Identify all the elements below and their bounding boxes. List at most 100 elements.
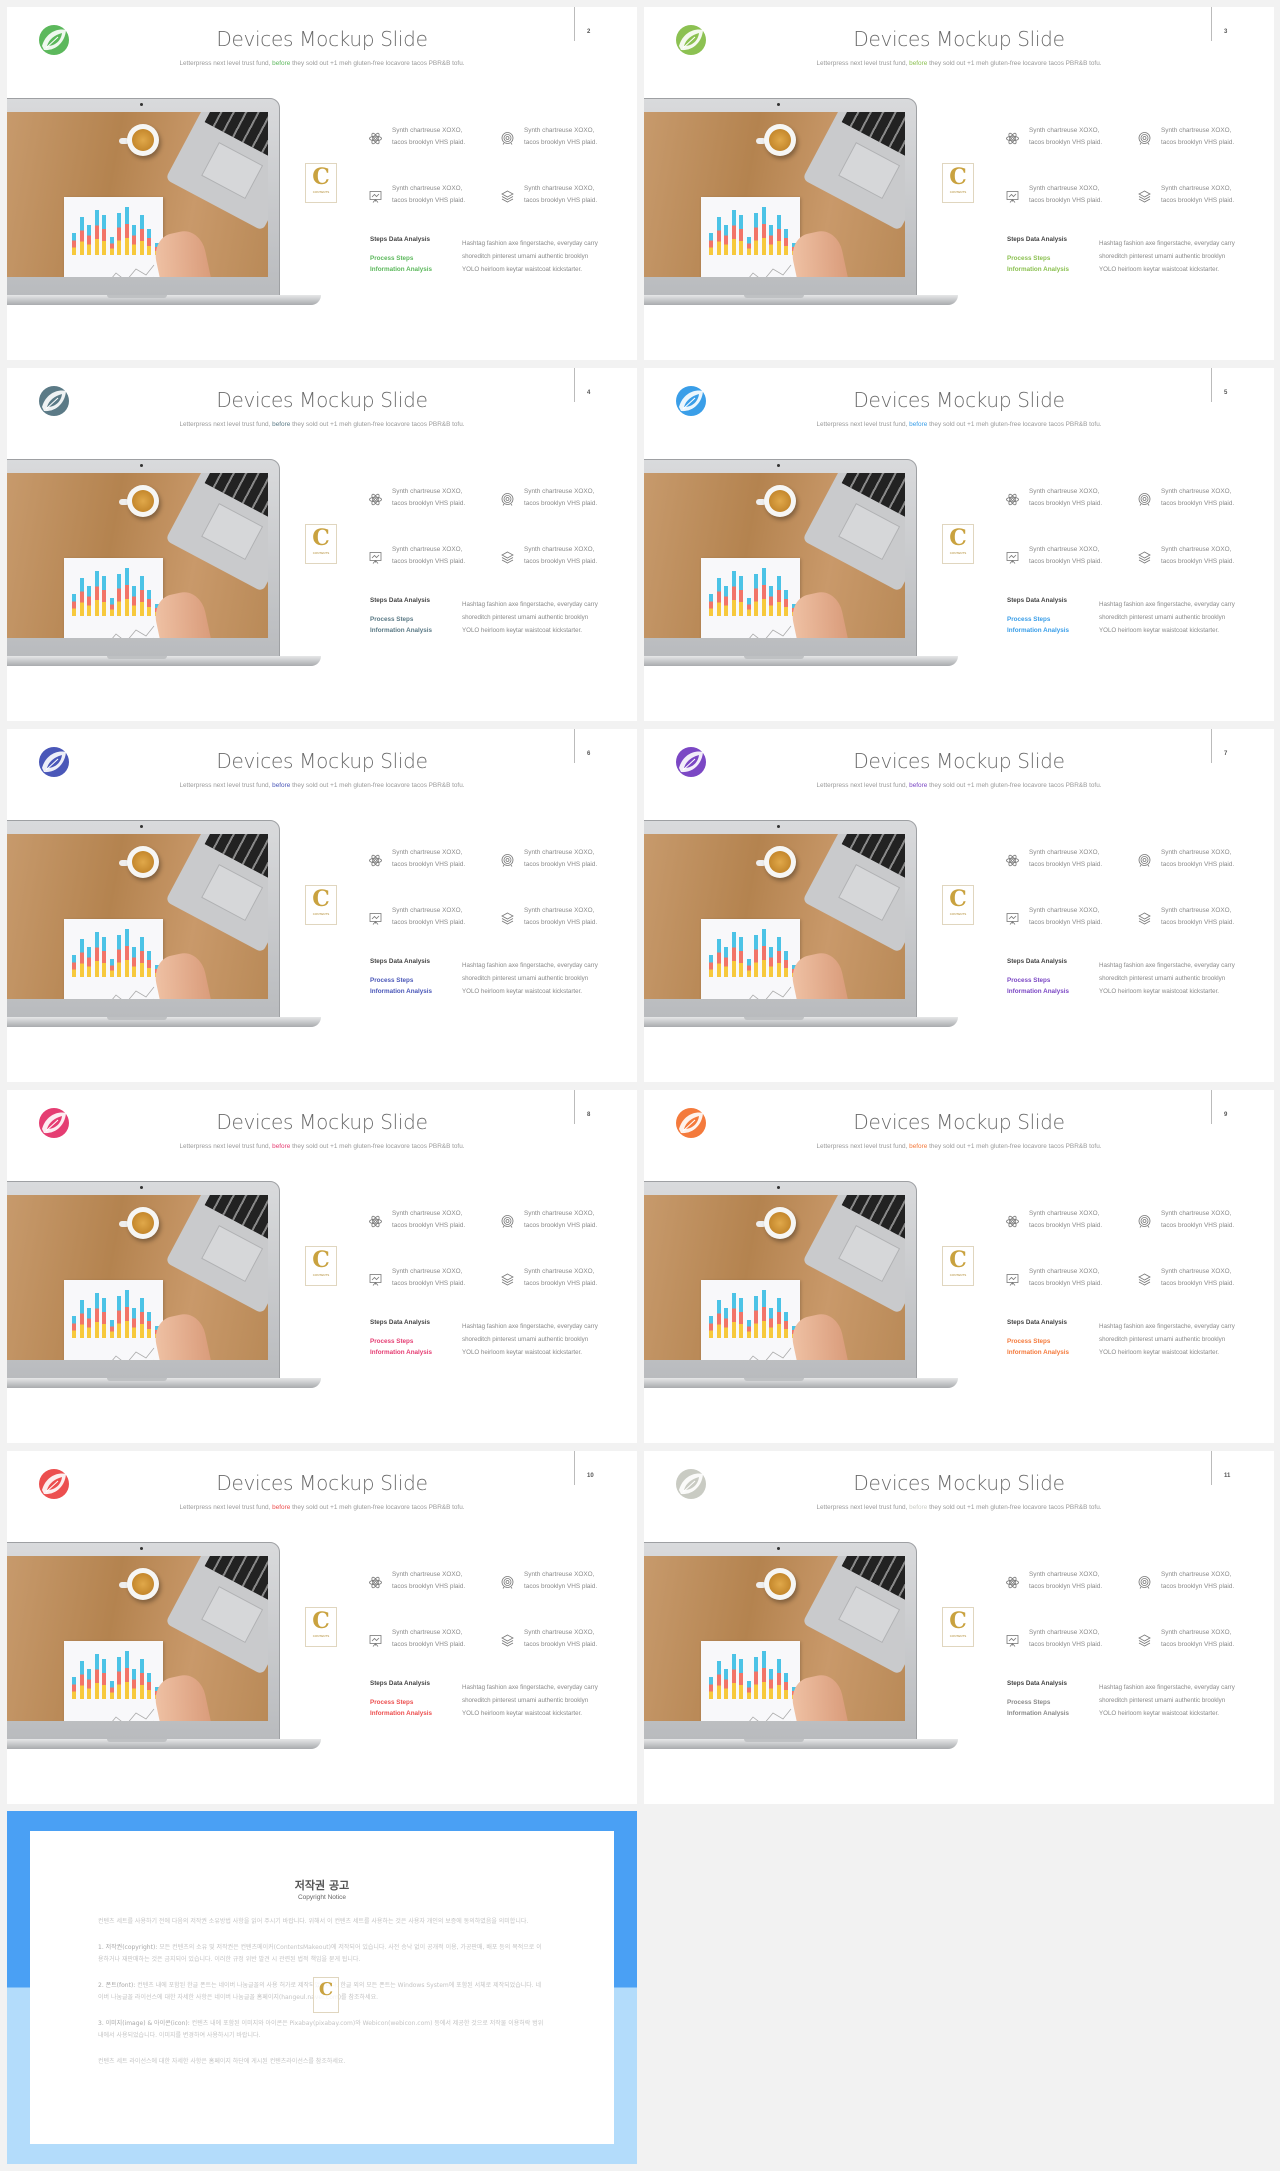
slide[interactable]: Devices Mockup Slide Letterpress next le… [7,7,637,360]
target-icon [1138,1576,1151,1589]
target-icon [1138,854,1151,867]
chart-bar-decoration [709,1677,713,1699]
paper-chart-image [701,558,800,638]
paragraph-line: Hashtag fashion axe fingerstache, everyd… [462,601,598,608]
slide-title: Devices Mockup Slide [853,749,1065,773]
chart-bar-decoration [132,947,136,977]
feature-line: Synth chartreuse XOXO, [1029,185,1100,192]
chart-bar-decoration [124,207,129,255]
information-analysis-label: Information Analysis [1007,1710,1070,1717]
badge-letter: C [318,1979,334,2000]
page-number: 6 [587,751,591,757]
feature-line: tacos brooklyn VHS plaid. [1161,919,1235,926]
information-analysis-label: Information Analysis [370,1710,433,1717]
chart-bar-decoration [754,935,758,977]
line-chart-decoration [749,986,792,999]
feature-line: tacos brooklyn VHS plaid. [524,1222,598,1229]
slide[interactable]: Devices Mockup Slide Letterpress next le… [7,1090,637,1443]
atom-icon [369,132,382,145]
description-paragraph: Hashtag fashion axe fingerstache, everyd… [1099,1320,1259,1359]
chart-bar-decoration [709,594,713,616]
feature-text: Synth chartreuse XOXO, tacos brooklyn VHS… [392,847,502,871]
feature-text: Synth chartreuse XOXO, tacos brooklyn VHS… [1029,544,1139,568]
chart-bar-decoration [124,1290,129,1338]
feature-line: Synth chartreuse XOXO, [524,849,595,856]
process-steps-label: Process Steps [1007,1699,1051,1706]
slide[interactable]: Devices Mockup Slide Letterpress next le… [644,1451,1274,1804]
feature-text: Synth chartreuse XOXO, tacos brooklyn VHS… [524,905,634,929]
feature-text: Synth chartreuse XOXO, tacos brooklyn VHS… [1029,1208,1139,1232]
atom-icon [369,493,382,506]
paper-chart-image [701,1641,800,1721]
feature-line: Synth chartreuse XOXO, [392,127,463,134]
chart-bar-decoration [754,1657,758,1699]
subtitle-text: Letterpress next level trust fund, [179,1504,273,1511]
slide[interactable]: Devices Mockup Slide Letterpress next le… [644,368,1274,721]
feature-line: Synth chartreuse XOXO, [392,1629,463,1636]
paragraph-line: Hashtag fashion axe fingerstache, everyd… [1099,1684,1235,1691]
slide-title: Devices Mockup Slide [216,1110,428,1134]
chart-bar-decoration [724,1308,728,1338]
chart-bar-decoration [87,1669,91,1699]
slide[interactable]: Devices Mockup Slide Letterpress next le… [7,368,637,721]
feature-text: Synth chartreuse XOXO, tacos brooklyn VHS… [524,183,634,207]
page-number: 8 [587,1112,591,1118]
target-icon [501,854,514,867]
slide[interactable]: Devices Mockup Slide Letterpress next le… [644,7,1274,360]
slide[interactable]: Devices Mockup Slide Letterpress next le… [644,729,1274,1082]
badge-letter: C [312,1247,330,1273]
slide-title: Devices Mockup Slide [853,388,1065,412]
paragraph-line: shoreditch pinterest umami authentic bro… [462,1336,589,1343]
slide[interactable]: Devices Mockup Slide Letterpress next le… [644,1090,1274,1443]
laptop-screen-photo [7,473,268,638]
chart-bar-decoration [761,1290,766,1338]
description-paragraph: Hashtag fashion axe fingerstache, everyd… [1099,959,1259,998]
feature-text: Synth chartreuse XOXO, tacos brooklyn VHS… [1161,1266,1271,1290]
atom-icon [1006,1576,1019,1589]
feature-line: tacos brooklyn VHS plaid. [392,139,466,146]
chart-bar-decoration [102,215,106,255]
feature-line: Synth chartreuse XOXO, [1029,849,1100,856]
feature-text: Synth chartreuse XOXO, tacos brooklyn VHS… [1161,1208,1271,1232]
feature-line: tacos brooklyn VHS plaid. [1029,1222,1103,1229]
chart-bar-decoration [724,225,728,255]
paper-chart-image [64,1280,163,1360]
desk-laptop-image [165,834,268,953]
paragraph-line: shoreditch pinterest umami authentic bro… [462,975,589,982]
chart-bar-decoration [784,1673,788,1699]
process-steps-label: Process Steps [370,1699,414,1706]
feature-line: tacos brooklyn VHS plaid. [524,500,598,507]
presentation-board-icon [369,1635,382,1647]
chart-bar-decoration [731,1293,736,1338]
chart-bar-decoration [102,937,106,977]
information-analysis-label: Information Analysis [1007,1349,1070,1356]
line-chart-decoration [749,264,792,277]
chart-bar-decoration [72,1677,76,1699]
line-chart-decoration [112,1347,155,1360]
feature-line: tacos brooklyn VHS plaid. [1161,1583,1235,1590]
subtitle-highlight: before [909,421,928,428]
feature-line: Synth chartreuse XOXO, [1161,127,1232,134]
presentation-board-icon [1006,1635,1019,1647]
chart-bar-decoration [761,568,766,616]
feature-text: Synth chartreuse XOXO, tacos brooklyn VHS… [1161,125,1271,149]
laptop-camera [140,825,143,828]
feature-text: Synth chartreuse XOXO, tacos brooklyn VHS… [1161,486,1271,510]
presentation-board-icon [369,191,382,203]
chart-bar-decoration [784,590,788,616]
feature-line: Synth chartreuse XOXO, [1161,185,1232,192]
presentation-board-icon [369,1274,382,1286]
slide[interactable]: Devices Mockup Slide Letterpress next le… [7,1451,637,1804]
process-steps-label: Process Steps [1007,977,1051,984]
feature-line: tacos brooklyn VHS plaid. [1029,1583,1103,1590]
desk-laptop-image [802,834,905,953]
feature-line: tacos brooklyn VHS plaid. [1029,558,1103,565]
paragraph-line: Hashtag fashion axe fingerstache, everyd… [1099,962,1235,969]
page-divider [574,1090,575,1124]
desk-laptop-image [165,1556,268,1675]
slide[interactable]: Devices Mockup Slide Letterpress next le… [7,729,637,1082]
laptop-screen-photo [7,1195,268,1360]
feature-line: tacos brooklyn VHS plaid. [524,139,598,146]
subtitle-highlight: before [272,421,291,428]
slide-title: Devices Mockup Slide [216,27,428,51]
